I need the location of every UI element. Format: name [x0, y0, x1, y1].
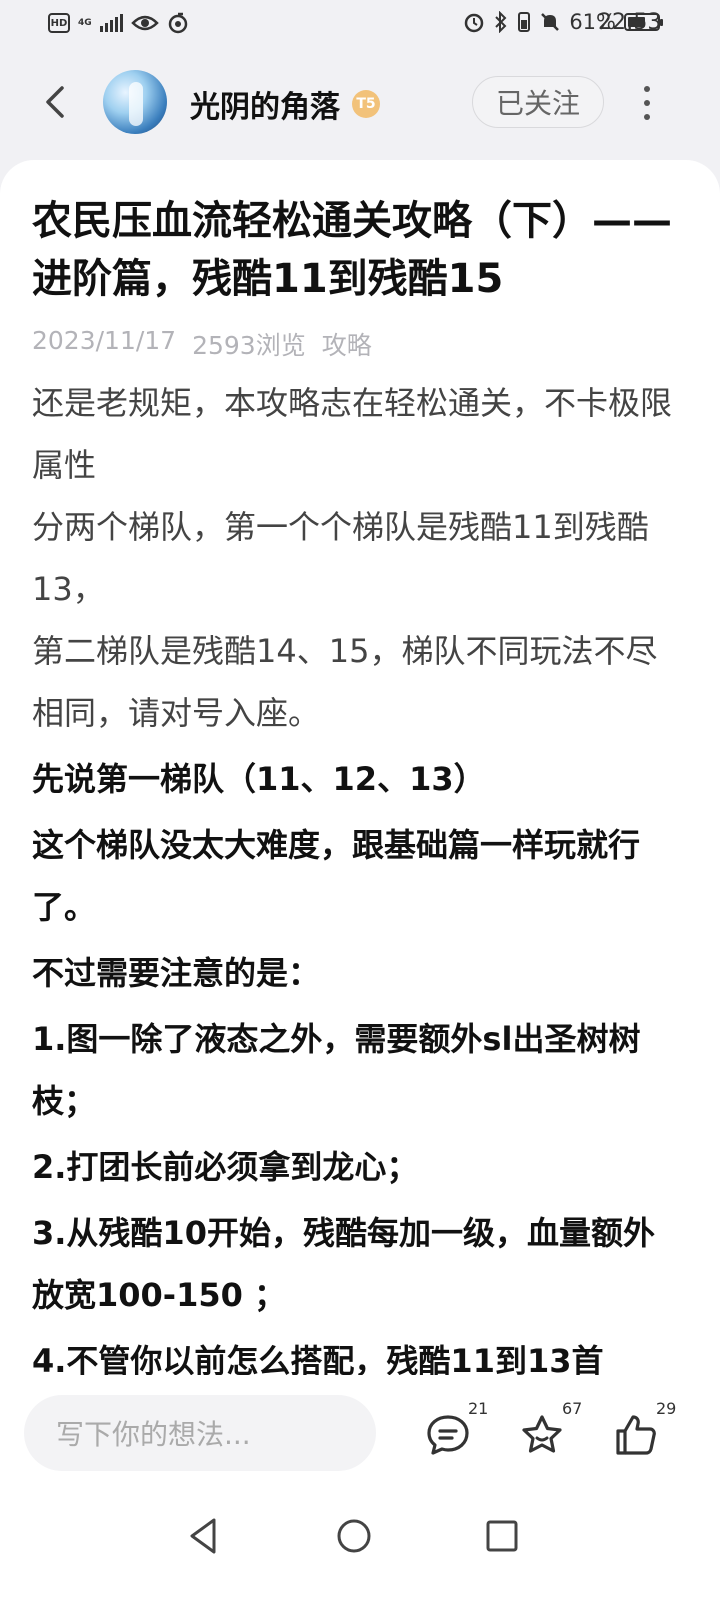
- comment-button[interactable]: [424, 1411, 472, 1459]
- follow-button[interactable]: 已关注: [472, 76, 604, 128]
- nav-home-button[interactable]: [330, 1512, 378, 1560]
- post-content: 农民压血流轻松通关攻略（下）——进阶篇，残酷11到残酷15 2023/11/17…: [0, 160, 720, 1375]
- avatar[interactable]: [103, 70, 167, 134]
- post-meta: 2023/11/17 2593浏览 攻略: [32, 326, 372, 362]
- favorite-count: 67: [562, 1399, 583, 1418]
- eye-icon: [130, 15, 159, 31]
- bold-paragraph: 这个梯队没太大难度，跟基础篇一样玩就行了。: [32, 826, 641, 926]
- thumbs-up-icon: [616, 1415, 656, 1455]
- bold-paragraph: 1.图一除了液态之外，需要额外sl出圣树树枝；: [32, 1020, 641, 1120]
- post-category[interactable]: 攻略: [322, 326, 372, 362]
- clock: 22:53: [598, 10, 662, 35]
- square-recents-icon: [486, 1520, 518, 1552]
- bold-paragraph: 2.打团长前必须拿到龙心；: [32, 1148, 419, 1186]
- chevron-left-icon: [46, 86, 64, 118]
- post-header: 光阴的角落 T5 已关注: [0, 60, 720, 146]
- bold-paragraph: 3.从残酷10开始，残酷每加一级，血量额外放宽100-150 ；: [32, 1214, 655, 1314]
- comment-input[interactable]: 写下你的想法...: [24, 1395, 376, 1471]
- network-type: 4G: [78, 17, 92, 28]
- action-bar: 写下你的想法... 21 67 29: [0, 1375, 720, 1490]
- bold-paragraph: 先说第一梯队（11、12、13）: [32, 760, 486, 798]
- bold-paragraph: 4.不管你以前怎么搭配，残酷11到13首: [32, 1342, 604, 1375]
- post-date: 2023/11/17: [32, 326, 177, 355]
- post-title: 农民压血流轻松通关攻略（下）——进阶篇，残酷11到残酷15: [32, 198, 672, 302]
- triangle-back-icon: [190, 1518, 216, 1554]
- more-dot-icon: [644, 114, 650, 120]
- nav-back-button[interactable]: [180, 1512, 228, 1560]
- more-options-button[interactable]: [632, 86, 662, 120]
- more-dot-icon: [644, 100, 650, 106]
- post-body: 还是老规矩，本攻略志在轻松通关，不卡极限属性 分两个梯队，第一个个梯队是残酷11到…: [32, 372, 672, 1375]
- post-views: 2593浏览: [192, 331, 306, 360]
- bold-paragraph: 不过需要注意的是：: [32, 954, 321, 992]
- star-icon: [522, 1415, 562, 1453]
- like-count: 29: [656, 1399, 677, 1418]
- like-button[interactable]: [612, 1411, 660, 1459]
- favorite-button[interactable]: [518, 1411, 566, 1459]
- status-left: HD 4G: [48, 12, 189, 34]
- signal-icon: [99, 14, 123, 32]
- back-button[interactable]: [36, 80, 76, 124]
- more-dot-icon: [644, 86, 650, 92]
- comment-icon: [427, 1415, 469, 1455]
- paragraph: 还是老规矩，本攻略志在轻松通关，不卡极限属性: [32, 384, 673, 484]
- paragraph: 第二梯队是残酷14、15，梯队不同玩法不尽相同，请对号入座。: [32, 632, 658, 732]
- status-bar: HD 4G 61% 22:53: [0, 0, 720, 48]
- level-badge: T5: [352, 90, 380, 118]
- mute-icon: [541, 13, 560, 31]
- author-name[interactable]: 光阴的角落: [190, 82, 340, 126]
- comment-count: 21: [468, 1399, 489, 1418]
- sync-icon: [168, 12, 187, 34]
- nav-recents-button[interactable]: [478, 1512, 526, 1560]
- system-nav-bar: [0, 1490, 720, 1600]
- phone-battery-icon: [518, 12, 531, 32]
- bluetooth-icon: [495, 11, 507, 33]
- circle-home-icon: [337, 1519, 371, 1553]
- paragraph: 分两个梯队，第一个个梯队是残酷11到残酷13，: [32, 508, 649, 608]
- hd-badge: HD: [48, 13, 70, 33]
- alarm-icon: [465, 13, 484, 33]
